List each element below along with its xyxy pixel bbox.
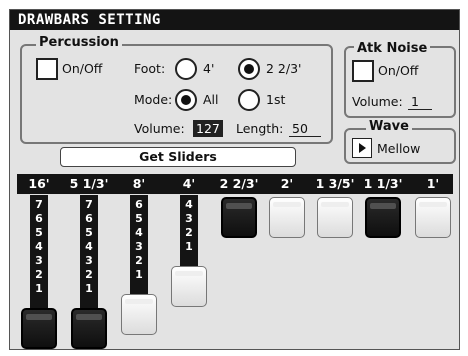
perc-volume-field[interactable]: 127 [193,120,223,137]
drawbar-scale-number: 6 [35,212,43,225]
drawbar-scale-number: 4 [135,226,143,239]
drawbar-scale-number: 2 [85,268,93,281]
drawbar-scale-number: 1 [135,268,143,281]
drawbar-scale-number: 3 [135,240,143,253]
drawbar-foot-label: 5 1/3' [69,176,109,191]
drawbar-scale-number: 4 [35,240,43,253]
drawbar-scale-number: 1 [85,282,93,295]
drawbar-scale-number: 1 [35,282,43,295]
drawbar-handle[interactable] [71,308,107,349]
mode-all-radio[interactable] [175,89,197,111]
drawbar-handle[interactable] [221,197,257,238]
atk-noise-onoff-label: On/Off [378,63,419,78]
drawbar-scale-number: 4 [85,240,93,253]
drawbar-handle[interactable] [121,294,157,335]
drawbar-rod: 7654321 [80,195,98,312]
atk-noise-legend: Atk Noise [354,42,431,56]
mode-1st-label: 1st [266,92,286,107]
drawbar-foot-label: 4' [182,176,196,191]
drawbar-scale-number: 2 [185,226,193,239]
drawbar-handle[interactable] [21,308,57,349]
drawbar-handle[interactable] [365,197,401,238]
drawbar-scale-number: 3 [85,254,93,267]
drawbar-handle[interactable] [171,266,207,307]
drawbar-foot-label: 16' [28,176,50,191]
foot-2-2-3-radio[interactable] [238,58,260,80]
foot-4-radio[interactable] [175,58,197,80]
drawbar-foot-label: 1 3/5' [315,176,355,191]
atk-volume-label: Volume: [352,94,403,109]
mode-1st-radio[interactable] [238,89,260,111]
drawbar-handle[interactable] [415,197,451,238]
atk-noise-onoff-checkbox[interactable] [352,60,374,82]
drawbar-scale-number: 1 [185,240,193,253]
drawbar-handle[interactable] [269,197,305,238]
percussion-legend: Percussion [36,36,122,50]
drawbar-handle[interactable] [317,197,353,238]
drawbar-scale-number: 6 [135,198,143,211]
drawbar-foot-label: 2' [280,176,294,191]
foot-4-label: 4' [203,61,215,76]
foot-label: Foot: [134,61,166,76]
drawbar-scale-number: 2 [35,268,43,281]
foot-2-2-3-label: 2 2/3' [266,61,302,76]
percussion-onoff-label: On/Off [62,61,103,76]
drawbar-scale-number: 5 [135,212,143,225]
mode-all-label: All [203,92,219,107]
perc-length-field[interactable]: 50 [289,120,321,137]
mode-label: Mode: [134,92,173,107]
percussion-onoff-checkbox[interactable] [36,58,58,80]
perc-length-label: Length: [236,121,284,136]
drawbar-scale-number: 7 [35,198,43,211]
drawbar-scale-number: 2 [135,254,143,267]
perc-volume-label: Volume: [134,121,185,136]
atk-volume-field[interactable]: 1 [408,93,432,110]
drawbar-scale-number: 5 [35,226,43,239]
drawbar-scale-number: 3 [185,212,193,225]
window-title: DRAWBARS SETTING [10,10,459,30]
get-sliders-button[interactable]: Get Sliders [60,147,296,167]
drawbar-rod: 7654321 [30,195,48,312]
wave-value: Mellow [377,141,421,156]
drawbar-scale-number: 3 [35,254,43,267]
drawbar-scale-number: 4 [185,198,193,211]
wave-select-arrow-icon[interactable] [352,138,372,158]
drawbar-foot-label: 1' [426,176,440,191]
drawbar-rod: 4321 [180,195,198,270]
drawbar-foot-label: 2 2/3' [219,176,259,191]
drawbar-foot-label: 8' [132,176,146,191]
drawbar-scale-number: 7 [85,198,93,211]
drawbar-rod: 654321 [130,195,148,298]
drawbar-scale-number: 5 [85,226,93,239]
wave-legend: Wave [366,120,412,134]
drawbar-foot-label: 1 1/3' [363,176,403,191]
drawbar-scale-number: 6 [85,212,93,225]
